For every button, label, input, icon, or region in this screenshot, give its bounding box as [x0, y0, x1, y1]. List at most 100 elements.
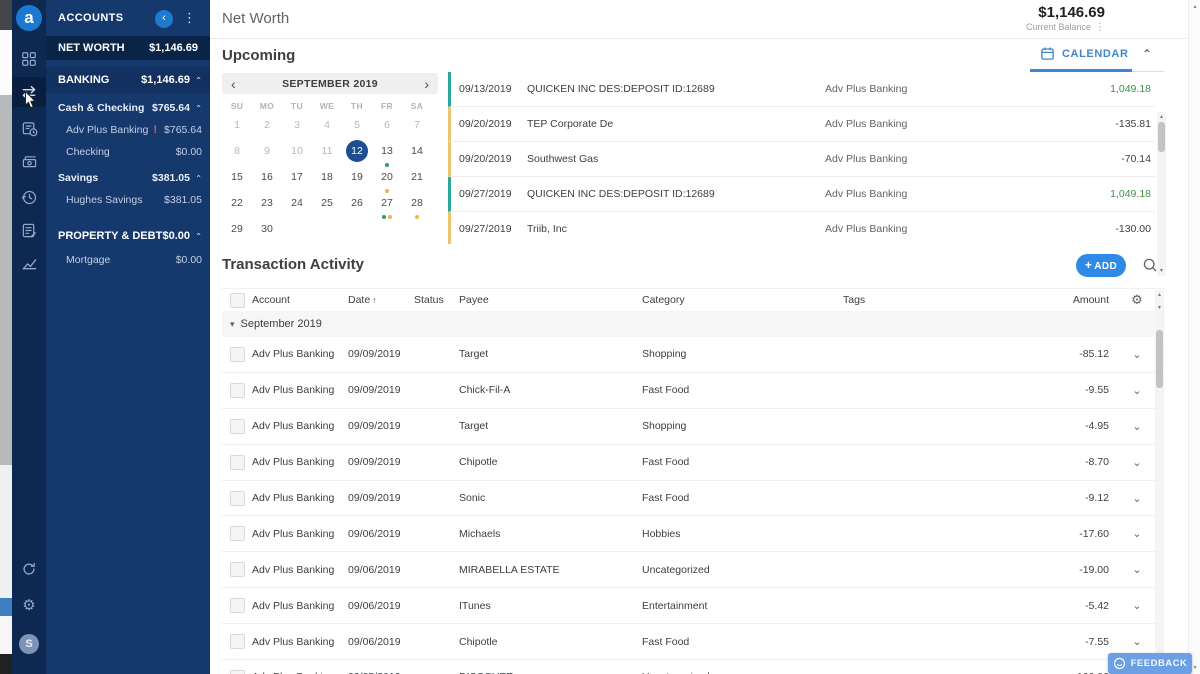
scrollbar-thumb[interactable] [1156, 330, 1163, 388]
row-checkbox[interactable] [230, 634, 245, 649]
transaction-row[interactable]: Adv Plus Banking 09/09/2019 Chick-Fil-A … [222, 373, 1165, 409]
row-checkbox[interactable] [230, 598, 245, 613]
sidebar-account-row[interactable]: Savings ! $381.05 ⌃ [46, 167, 210, 189]
sidebar-account-row[interactable]: Cash & Checking ! $765.64 ⌃ [46, 97, 210, 119]
row-checkbox[interactable] [230, 526, 245, 541]
transaction-row[interactable]: Adv Plus Banking 09/06/2019 ITunes Enter… [222, 588, 1165, 624]
calendar-day[interactable]: 4 [315, 113, 339, 139]
upcoming-row[interactable]: 09/20/2019 Southwest Gas Adv Plus Bankin… [448, 142, 1155, 177]
transaction-row[interactable]: Adv Plus Banking 09/06/2019 Chipotle Fas… [222, 624, 1165, 660]
calendar-day[interactable]: 29 [225, 217, 249, 243]
calendar-day[interactable]: 1 [225, 113, 249, 139]
transaction-row[interactable]: Adv Plus Banking 09/09/2019 Target Shopp… [222, 409, 1165, 445]
reports-icon[interactable] [12, 215, 46, 245]
transaction-row[interactable]: Adv Plus Banking 09/09/2019 Target Shopp… [222, 337, 1165, 373]
trends-icon[interactable] [12, 248, 46, 278]
profile-avatar[interactable]: S [19, 634, 39, 654]
calendar-day[interactable]: 17 [285, 165, 309, 191]
sidebar-account-row[interactable]: Mortgage ! $0.00 ⌃ [46, 249, 210, 271]
refresh-icon[interactable] [12, 554, 46, 584]
calendar-day[interactable]: 21 [405, 165, 429, 191]
calendar-day[interactable]: 27 [375, 191, 399, 217]
calendar-day[interactable]: 16 [255, 165, 279, 191]
collapse-section-icon[interactable]: ⌃ [1142, 47, 1152, 61]
transaction-row[interactable]: Adv Plus Banking 09/09/2019 Chipotle Fas… [222, 445, 1165, 481]
calendar-day[interactable]: 10 [285, 139, 309, 165]
transaction-scrollbar[interactable]: ▴ ▾ [1155, 290, 1164, 674]
row-checkbox[interactable] [230, 347, 245, 362]
col-tags[interactable]: Tags [843, 294, 1053, 306]
row-checkbox[interactable] [230, 670, 245, 674]
sidebar-account-row[interactable]: Adv Plus Banking ! $765.64 ⌃ [46, 119, 210, 141]
col-category[interactable]: Category [642, 294, 843, 306]
col-amount[interactable]: Amount [1053, 294, 1109, 306]
page-scrollbar[interactable]: ▴ ▾ [1188, 0, 1200, 674]
calendar-day[interactable]: 24 [285, 191, 309, 217]
calendar-day[interactable]: 22 [225, 191, 249, 217]
scroll-up-icon[interactable]: ▴ [1189, 3, 1200, 10]
col-date[interactable]: Date↑ [348, 294, 414, 306]
sidebar-collapse-button[interactable]: ‹ [155, 10, 173, 28]
row-checkbox[interactable] [230, 562, 245, 577]
row-checkbox[interactable] [230, 383, 245, 398]
sidebar-account-row[interactable]: PROPERTY & DEBT ! $0.00 ⌃ [46, 223, 210, 249]
calendar-day[interactable]: 2 [255, 113, 279, 139]
calendar-day[interactable]: 13 [375, 139, 399, 165]
recurring-icon[interactable] [12, 182, 46, 212]
feedback-button[interactable]: FEEDBACK [1108, 653, 1192, 674]
upcoming-row[interactable]: 09/13/2019 QUICKEN INC DES:DEPOSIT ID:12… [448, 72, 1155, 107]
col-payee[interactable]: Payee [459, 294, 642, 306]
calendar-day[interactable]: 7 [405, 113, 429, 139]
calendar-day[interactable]: 6 [375, 113, 399, 139]
dashboard-icon[interactable] [12, 44, 46, 74]
row-checkbox[interactable] [230, 491, 245, 506]
calendar-day[interactable]: 11 [315, 139, 339, 165]
transaction-row[interactable]: Adv Plus Banking 09/06/2019 MIRABELLA ES… [222, 552, 1165, 588]
upcoming-row[interactable]: 09/27/2019 QUICKEN INC DES:DEPOSIT ID:12… [448, 177, 1155, 212]
sidebar-account-row[interactable]: Hughes Savings ! $381.05 ⌃ [46, 189, 210, 211]
calendar-day[interactable]: 20 [375, 165, 399, 191]
calendar-day[interactable]: 9 [255, 139, 279, 165]
add-transaction-button[interactable]: +ADD [1076, 254, 1126, 277]
search-icon[interactable] [1142, 257, 1158, 278]
calendar-day[interactable]: 14 [405, 139, 429, 165]
transaction-group-row[interactable]: ▾ September 2019 [222, 311, 1165, 337]
sidebar-account-row[interactable]: BANKING ! $1,146.69 ⌃ [46, 67, 210, 93]
bills-icon[interactable] [12, 113, 46, 143]
transaction-row[interactable]: Adv Plus Banking 09/06/2019 Michaels Hob… [222, 516, 1165, 552]
sidebar-account-row[interactable]: Checking ! $0.00 ⌃ [46, 141, 210, 163]
row-checkbox[interactable] [230, 455, 245, 470]
calendar-day[interactable]: 30 [255, 217, 279, 243]
calendar-day[interactable]: 3 [285, 113, 309, 139]
scrollbar-thumb[interactable] [1158, 122, 1165, 152]
calendar-day[interactable]: 26 [345, 191, 369, 217]
row-checkbox[interactable] [230, 419, 245, 434]
upcoming-row[interactable]: 09/20/2019 TEP Corporate De Adv Plus Ban… [448, 107, 1155, 142]
select-all-checkbox[interactable] [230, 293, 245, 308]
next-month-icon[interactable]: › [424, 77, 429, 91]
calendar-day[interactable]: 12 [345, 139, 369, 165]
accounts-menu-icon[interactable]: ⋮ [183, 10, 196, 26]
scroll-up-icon[interactable]: ▴ [1155, 291, 1164, 299]
transaction-row[interactable]: Adv Plus Banking 09/05/2019 DISCOVER Unc… [222, 660, 1165, 674]
transaction-row[interactable]: Adv Plus Banking 09/09/2019 Sonic Fast F… [222, 481, 1165, 517]
sidebar-item-net-worth[interactable]: NET WORTH $1,146.69 [46, 36, 210, 60]
calendar-day[interactable]: 18 [315, 165, 339, 191]
calendar-day[interactable]: 19 [345, 165, 369, 191]
cash-flow-icon[interactable] [12, 146, 46, 176]
app-logo[interactable]: a [16, 5, 42, 31]
calendar-day[interactable]: 23 [255, 191, 279, 217]
balance-menu-icon[interactable]: ⋮ [1095, 22, 1105, 33]
calendar-day[interactable]: 15 [225, 165, 249, 191]
scroll-up-icon[interactable]: ▴ [1157, 113, 1166, 121]
calendar-day[interactable]: 8 [225, 139, 249, 165]
col-account[interactable]: Account [252, 294, 348, 306]
calendar-day[interactable]: 25 [315, 191, 339, 217]
col-status[interactable]: Status [414, 294, 459, 306]
calendar-day[interactable]: 28 [405, 191, 429, 217]
calendar-day[interactable]: 5 [345, 113, 369, 139]
calendar-tab[interactable]: CALENDAR [1040, 46, 1129, 61]
scroll-down-icon[interactable]: ▾ [1155, 304, 1164, 312]
upcoming-row[interactable]: 09/27/2019 Triib, Inc Adv Plus Banking -… [448, 212, 1155, 244]
settings-gear-icon[interactable]: ⚙ [12, 590, 46, 620]
